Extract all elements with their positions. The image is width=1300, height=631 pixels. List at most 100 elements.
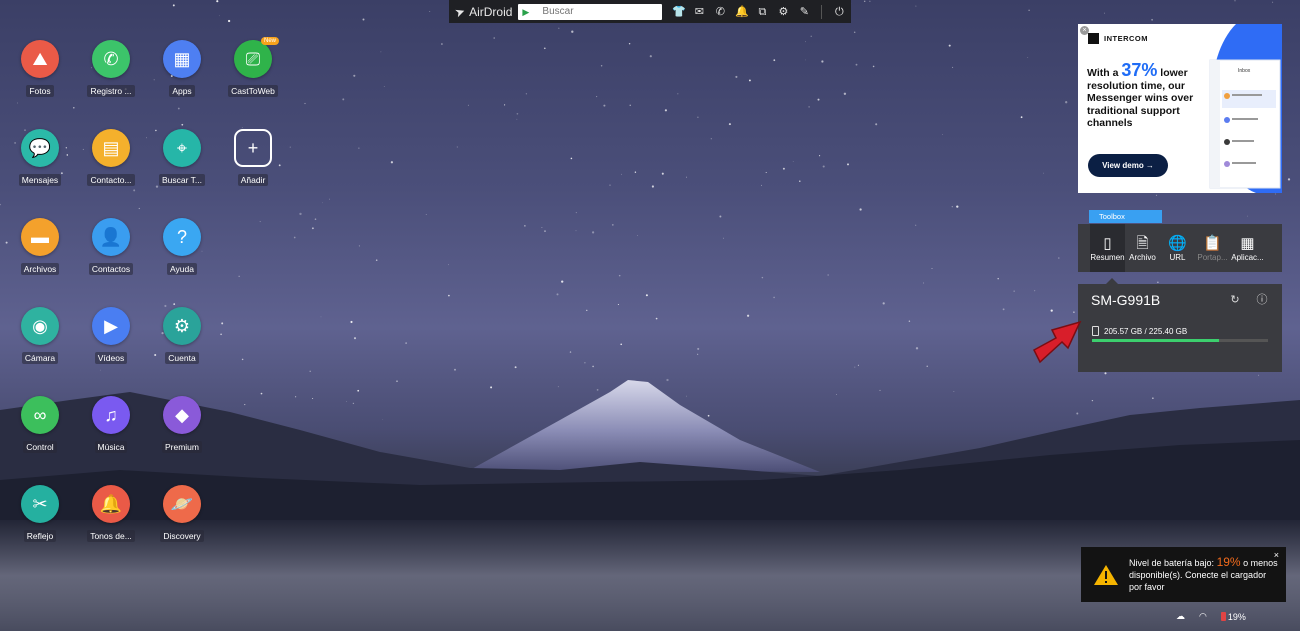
tool-url[interactable]: 🌐 URL <box>1160 224 1195 272</box>
app-discovery[interactable]: 🪐 Discovery <box>152 485 212 547</box>
panel-caret <box>1106 278 1118 284</box>
app-label: Cuenta <box>165 352 199 364</box>
bell-icon[interactable]: 🔔 <box>735 6 749 18</box>
new-badge: New <box>260 37 279 45</box>
app-añadir[interactable]: + Añadir <box>223 129 283 191</box>
toolbox-tab[interactable]: Toolbox <box>1089 210 1162 223</box>
apps-grid-icon: ▦ <box>163 40 201 78</box>
app-label: Ayuda <box>167 263 197 275</box>
search-input[interactable] <box>532 4 663 19</box>
airdroid-logo[interactable]: ➤ AirDroid <box>453 3 513 20</box>
app-cámara[interactable]: ◉ Cámara <box>10 307 70 369</box>
low-battery-notification: Nivel de batería bajo: 19% o menos dispo… <box>1081 547 1286 602</box>
app-mensajes[interactable]: 💬 Mensajes <box>10 129 70 191</box>
phone-outline-icon: ▯ <box>1103 234 1112 252</box>
planet-icon: 🪐 <box>163 485 201 523</box>
device-name: SM-G991B <box>1091 292 1161 308</box>
intercom-ad[interactable]: × INTERCOM With a 37% lower resolution t… <box>1078 24 1282 193</box>
plus-icon: + <box>234 129 272 167</box>
ad-headline: With a 37% lower resolution time, our Me… <box>1087 60 1194 129</box>
phone-storage-icon <box>1092 326 1099 336</box>
tool-portapapeles[interactable]: 📋 Portap... <box>1195 224 1230 272</box>
app-contactos[interactable]: 👤 Contactos <box>81 218 141 280</box>
play-icon: ▶ <box>92 307 130 345</box>
app-label: Control <box>23 441 57 453</box>
shirt-icon[interactable]: 👕 <box>672 6 686 18</box>
app-registro[interactable]: ✆ Registro ... <box>81 40 141 102</box>
app-label: Apps <box>169 85 195 97</box>
view-demo-button[interactable]: View demo → <box>1088 154 1168 177</box>
app-label: Música <box>94 441 128 453</box>
search-box[interactable]: ▶ <box>518 3 663 20</box>
globe-icon: 🌐 <box>1168 234 1187 252</box>
pen-icon[interactable]: ✎ <box>798 6 810 18</box>
app-reflejo[interactable]: ✂ Reflejo <box>10 485 70 547</box>
location-pin-icon: ⌖ <box>163 129 201 167</box>
messenger-preview-art: Inbox <box>1209 24 1282 193</box>
info-icon[interactable]: ⓘ <box>1256 294 1268 306</box>
tool-archivo[interactable]: 🗎 Archivo <box>1125 224 1160 272</box>
scissors-icon: ✂ <box>21 485 59 523</box>
app-label: Cámara <box>21 352 59 364</box>
chat-icon: 💬 <box>21 129 59 167</box>
copy-icon[interactable]: ⧉ <box>756 6 768 18</box>
refresh-icon[interactable]: ↻ <box>1229 294 1241 306</box>
toolbox: ▯ Resumen 🗎 Archivo 🌐 URL 📋 Portap... ▦ … <box>1078 224 1282 272</box>
app-label: Vídeos <box>94 352 128 364</box>
app-label: Discovery <box>160 530 204 542</box>
gear-icon[interactable]: ⚙ <box>777 6 789 18</box>
app-contacto[interactable]: ▤ Contacto... <box>81 129 141 191</box>
app-label: Contacto... <box>87 174 135 186</box>
app-fotos[interactable]: ⛰ Fotos <box>10 40 70 102</box>
app-control[interactable]: ∞ Control <box>10 396 70 458</box>
notification-close-icon[interactable]: × <box>1274 550 1279 560</box>
app-label: Archivos <box>20 263 60 275</box>
app-label: Fotos <box>26 85 54 97</box>
mail-icon[interactable]: ✉ <box>693 6 705 18</box>
storage-text: 205.57 GB / 225.40 GB <box>1104 326 1188 336</box>
status-bar: ☁ ◠ 19% <box>1176 611 1246 622</box>
battery-icon <box>1220 612 1226 621</box>
app-label: Registro ... <box>87 85 135 97</box>
app-vídeos[interactable]: ▶ Vídeos <box>81 307 141 369</box>
toolbar-divider <box>821 4 823 19</box>
cloud-sync-icon[interactable]: ☁ <box>1176 611 1185 622</box>
phone-icon: ✆ <box>92 40 130 78</box>
app-label: Buscar T... <box>159 174 205 186</box>
app-label: Añadir <box>237 174 269 186</box>
storage-bar <box>1092 339 1268 342</box>
tool-aplicaciones[interactable]: ▦ Aplicac... <box>1230 224 1265 272</box>
app-label: Contactos <box>88 263 134 275</box>
photos-icon: ⛰ <box>21 40 59 78</box>
phone-icon[interactable]: ✆ <box>714 6 726 18</box>
app-música[interactable]: ♫ Música <box>81 396 141 458</box>
inbox-title: Inbox <box>1238 68 1251 74</box>
brand-name: AirDroid <box>469 4 513 19</box>
contact-card-icon: ▤ <box>92 129 130 167</box>
battery-percentage: 19% <box>1216 555 1241 569</box>
app-premium[interactable]: ◆ Premium <box>152 396 212 458</box>
person-icon: 👤 <box>92 218 130 256</box>
app-cuenta[interactable]: ⚙ Cuenta <box>152 307 212 369</box>
app-apps[interactable]: ▦ Apps <box>152 40 212 102</box>
storage-bar-fill <box>1092 339 1219 342</box>
battery-status: 19% <box>1220 612 1246 622</box>
device-summary-panel: SM-G991B ↻ ⓘ 205.57 GB / 225.40 GB <box>1078 278 1282 372</box>
app-label: Premium <box>161 441 202 453</box>
app-archivos[interactable]: ▬ Archivos <box>10 218 70 280</box>
play-store-icon: ▶ <box>522 6 530 17</box>
power-icon[interactable]: ⏻ <box>833 6 845 18</box>
app-ayuda[interactable]: ? Ayuda <box>152 218 212 280</box>
app-tonos-de[interactable]: 🔔 Tonos de... <box>81 485 141 547</box>
diamond-icon: ◆ <box>163 396 201 434</box>
app-buscar-t[interactable]: ⌖ Buscar T... <box>152 129 212 191</box>
ad-percentage: 37% <box>1121 60 1158 80</box>
tool-resumen[interactable]: ▯ Resumen <box>1090 224 1125 272</box>
question-icon: ? <box>163 218 201 256</box>
document-icon: 🗎 <box>1136 234 1149 252</box>
app-casttoweb[interactable]: ⎚ New CastToWeb <box>223 37 283 102</box>
red-arrow-annotation <box>1033 320 1082 364</box>
folder-icon: ▬ <box>21 218 59 256</box>
app-label: Tonos de... <box>87 530 135 542</box>
intercom-logo: INTERCOM <box>1088 33 1148 44</box>
